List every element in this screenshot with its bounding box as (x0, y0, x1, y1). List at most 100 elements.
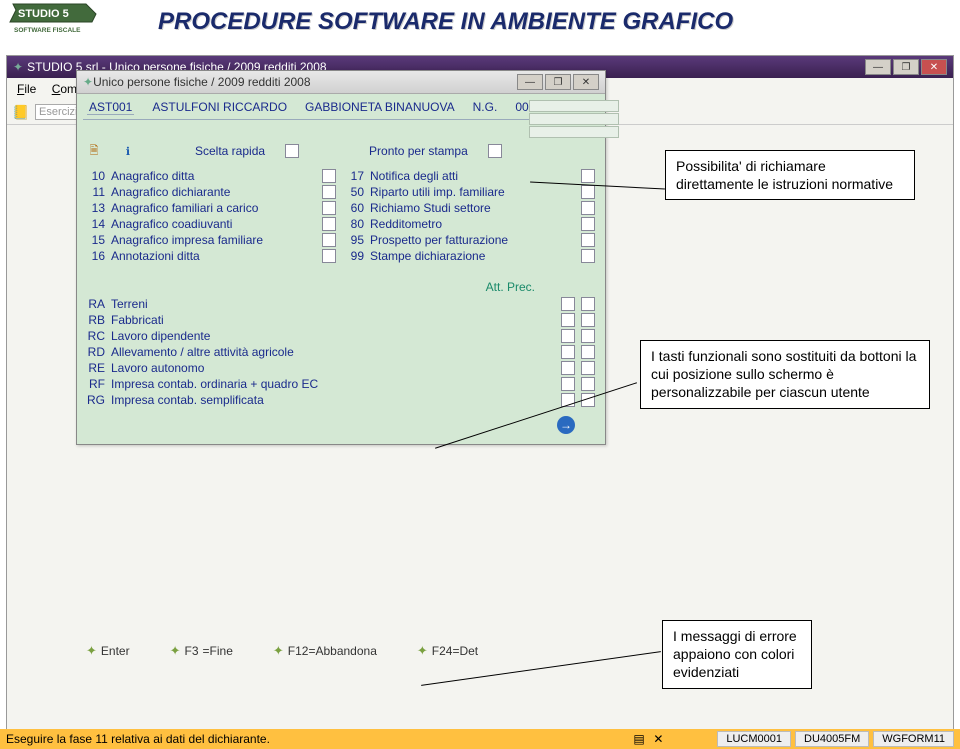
scelta-checkbox[interactable] (285, 144, 299, 158)
record-header: AST001 ASTULFONI RICCARDO GABBIONETA BIN… (87, 100, 529, 115)
att-prec-label: Att. Prec. (87, 280, 595, 294)
menu-item[interactable]: RELavoro autonomo (87, 360, 595, 376)
menu-item-checkbox[interactable] (581, 233, 595, 247)
status-icon[interactable]: ✕ (653, 732, 669, 746)
menu-item-label: Fabbricati (111, 313, 555, 327)
menu-item-checkbox[interactable] (561, 313, 575, 327)
menu-item[interactable]: 14Anagrafico coadiuvanti (87, 216, 336, 232)
menu-item[interactable]: 99Stampe dichiarazione (346, 248, 595, 264)
menu-item-label: Notifica degli atti (370, 169, 575, 183)
menu-item[interactable]: RATerreni (87, 296, 595, 312)
minimize-button[interactable]: — (865, 59, 891, 75)
menu-item-checkbox[interactable] (322, 201, 336, 215)
scelta-label: Scelta rapida (195, 144, 265, 158)
pronto-checkbox[interactable] (488, 144, 502, 158)
annotation-istruzioni: Possibilita' di richiamare direttamente … (665, 150, 915, 200)
menu-item-checkbox-2[interactable] (581, 297, 595, 311)
menu-item[interactable]: 10Anagrafico ditta (87, 168, 336, 184)
menu-item-label: Richiamo Studi settore (370, 201, 575, 215)
close-button[interactable]: ✕ (921, 59, 947, 75)
menu-item-checkbox[interactable] (322, 185, 336, 199)
menu-item-num: RA (87, 297, 105, 311)
menu-item-checkbox[interactable] (322, 249, 336, 263)
menu-item[interactable]: RFImpresa contab. ordinaria + quadro EC (87, 376, 595, 392)
menu-item-checkbox[interactable] (561, 329, 575, 343)
menu-item-num: 95 (346, 233, 364, 247)
menu-item-checkbox[interactable] (581, 249, 595, 263)
inner-maximize-button[interactable]: ❐ (545, 74, 571, 90)
menu-item-checkbox-2[interactable] (581, 361, 595, 375)
menu-item-checkbox[interactable] (561, 345, 575, 359)
menu-file[interactable]: File (11, 80, 42, 98)
inner-close-button[interactable]: ✕ (573, 74, 599, 90)
menu-item-checkbox[interactable] (581, 217, 595, 231)
record-ng: N.G. (473, 100, 498, 115)
menu-item[interactable]: RGImpresa contab. semplificata (87, 392, 595, 408)
fkey-f12[interactable]: ✦F12=Abbandona (273, 643, 377, 659)
doc-icon[interactable]: 🗎 (87, 144, 101, 158)
menu-item-num: 80 (346, 217, 364, 231)
menu-item[interactable]: RCLavoro dipendente (87, 328, 595, 344)
menu-item[interactable]: 16Annotazioni ditta (87, 248, 336, 264)
menu-item[interactable]: 80Redditometro (346, 216, 595, 232)
menu-item-checkbox[interactable] (581, 169, 595, 183)
menu-item-checkbox[interactable] (322, 233, 336, 247)
menu-item[interactable]: 15 Anagrafico impresa familiare (87, 232, 336, 248)
menu-item-checkbox-2[interactable] (581, 313, 595, 327)
menu-item[interactable]: 13 Anagrafico familiari a carico (87, 200, 336, 216)
menu-item-checkbox[interactable] (561, 297, 575, 311)
page-title: PROCEDURE SOFTWARE IN AMBIENTE GRAFICO (158, 8, 733, 36)
menu-item-num: 10 (87, 169, 105, 183)
menu-item[interactable]: 50Riparto utili imp. familiare (346, 184, 595, 200)
status-message: Eseguire la fase 11 relativa ai dati del… (6, 732, 629, 746)
fkey-f3[interactable]: ✦F3 =Fine (170, 643, 233, 659)
fkey-icon: ✦ (417, 643, 428, 659)
menu-item-label: Anagrafico familiari a carico (111, 201, 316, 215)
inner-window: ✦ Unico persone fisiche / 2009 redditi 2… (76, 70, 606, 445)
inner-body: AST001 ASTULFONI RICCARDO GABBIONETA BIN… (77, 94, 605, 444)
menu-item-label: Anagrafico dichiarante (111, 185, 316, 199)
inner-titlebar[interactable]: ✦ Unico persone fisiche / 2009 redditi 2… (77, 71, 605, 94)
next-arrow-button[interactable]: → (557, 416, 575, 434)
menu-item-checkbox[interactable] (581, 185, 595, 199)
pronto-label: Pronto per stampa (369, 144, 468, 158)
menu-item-num: RE (87, 361, 105, 375)
bottom-menu-list: RATerreniRBFabbricatiRCLavoro dipendente… (87, 296, 595, 408)
menu-item-num: 16 (87, 249, 105, 263)
fkey-enter[interactable]: ✦Enter (86, 643, 130, 659)
menu-item-checkbox-2[interactable] (581, 345, 595, 359)
menu-item-num: RC (87, 329, 105, 343)
menu-item-num: RF (87, 377, 105, 391)
menu-item-num: 13 (87, 201, 105, 215)
toolbar-book-icon[interactable]: 📒 (11, 102, 31, 122)
maximize-button[interactable]: ❐ (893, 59, 919, 75)
menu-item-checkbox[interactable] (561, 377, 575, 391)
fkey-icon: ✦ (273, 643, 284, 659)
menu-item-checkbox-2[interactable] (581, 377, 595, 391)
status-icon[interactable]: ▤ (633, 732, 649, 746)
slide-header: STUDIO 5 SOFTWARE FISCALE PROCEDURE SOFT… (0, 0, 960, 44)
menu-item[interactable]: 60Richiamo Studi settore (346, 200, 595, 216)
menu-item-label: Anagrafico coadiuvanti (111, 217, 316, 231)
aux-field[interactable] (529, 100, 619, 112)
fkey-icon: ✦ (86, 643, 97, 659)
logo: STUDIO 5 SOFTWARE FISCALE (8, 2, 98, 42)
menu-item-checkbox[interactable] (322, 217, 336, 231)
menu-item[interactable]: 11Anagrafico dichiarante (87, 184, 336, 200)
menu-item-label: Anagrafico impresa familiare (111, 233, 316, 247)
inner-minimize-button[interactable]: — (517, 74, 543, 90)
menu-item[interactable]: 95Prospetto per fatturazione (346, 232, 595, 248)
menu-item-checkbox[interactable] (581, 201, 595, 215)
aux-field[interactable] (529, 126, 619, 138)
menu-item[interactable]: RBFabbricati (87, 312, 595, 328)
menu-item[interactable]: RDAllevamento / altre attività agricole (87, 344, 595, 360)
menu-item-label: Stampe dichiarazione (370, 249, 575, 263)
menu-item-checkbox-2[interactable] (581, 329, 595, 343)
info-icon[interactable]: ℹ (121, 144, 135, 158)
menu-item-num: 15 (87, 233, 105, 247)
aux-field[interactable] (529, 113, 619, 125)
menu-item[interactable]: 17Notifica degli atti (346, 168, 595, 184)
fkey-f24[interactable]: ✦F24=Det (417, 643, 478, 659)
menu-item-checkbox[interactable] (322, 169, 336, 183)
menu-item-checkbox[interactable] (561, 361, 575, 375)
